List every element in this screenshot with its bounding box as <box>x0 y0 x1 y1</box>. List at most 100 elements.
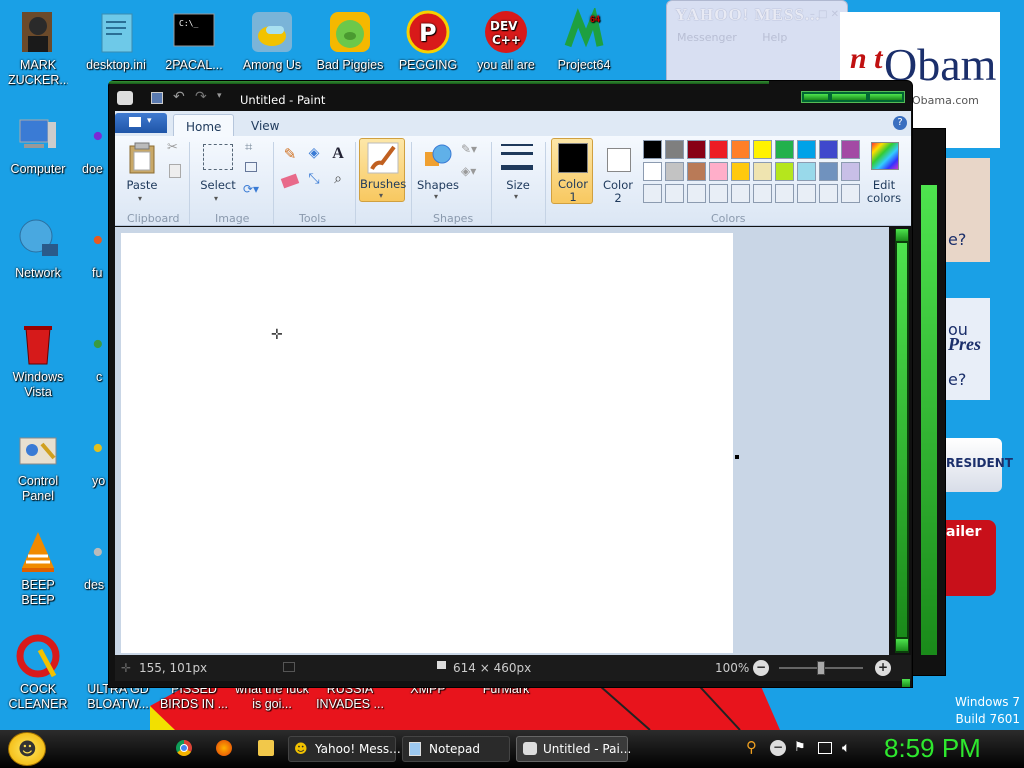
palette-swatch[interactable] <box>731 140 750 159</box>
palette-swatch[interactable] <box>731 162 750 181</box>
save-icon[interactable] <box>151 92 163 104</box>
palette-swatch[interactable] <box>731 184 750 203</box>
resize-grip[interactable] <box>902 679 910 687</box>
brushes-button[interactable]: Brushes ▾ <box>359 138 406 202</box>
window-controls[interactable] <box>801 91 905 103</box>
zoom-slider-thumb[interactable] <box>817 661 825 675</box>
explorer-icon[interactable] <box>258 740 274 756</box>
palette-swatch[interactable] <box>709 140 728 159</box>
pencil-icon[interactable]: ✎ <box>279 144 301 166</box>
taskbar-item-paint[interactable]: Untitled - Pai... <box>516 736 631 762</box>
yahoo-messenger-window[interactable]: YAHOO! MESS... – □ ✕ Messenger Help <box>666 0 848 82</box>
ad-president-button[interactable]: RESIDENT <box>944 438 1013 492</box>
crop-icon[interactable]: ⌗ <box>245 140 252 155</box>
action-center-icon[interactable]: ⚑ <box>794 740 810 756</box>
zoom-in-button[interactable]: + <box>875 660 891 676</box>
palette-swatch[interactable] <box>819 140 838 159</box>
palette-swatch[interactable] <box>665 184 684 203</box>
palette-swatch[interactable] <box>797 162 816 181</box>
color2-button[interactable]: Color 2 <box>597 140 639 205</box>
palette-swatch[interactable] <box>643 162 662 181</box>
paint-title-bar[interactable]: ↶ ↷ ▾ Untitled - Paint <box>115 89 905 109</box>
tab-view[interactable]: View <box>239 114 291 136</box>
palette-swatch[interactable] <box>797 140 816 159</box>
undo-icon[interactable]: ↶ <box>173 89 185 105</box>
palette-swatch[interactable] <box>775 162 794 181</box>
edit-colors-button[interactable]: Edit colors <box>863 140 905 205</box>
resize-icon[interactable] <box>245 162 257 172</box>
zoom-slider[interactable] <box>779 661 863 675</box>
magnifier-icon[interactable]: ⌕ <box>327 170 349 192</box>
canvas-resize-handle-right[interactable] <box>735 455 739 459</box>
palette-swatch[interactable] <box>841 184 860 203</box>
window-controls-icon[interactable]: – □ ✕ <box>810 9 839 20</box>
size-button[interactable]: Size ▾ <box>497 140 539 204</box>
desktop-icon-project64[interactable]: 64 Project64 <box>546 8 622 73</box>
outline-icon[interactable]: ✎▾ <box>461 142 477 156</box>
chrome-icon[interactable] <box>176 740 192 756</box>
quick-access-dropdown-icon[interactable]: ▾ <box>217 91 222 101</box>
palette-swatch[interactable] <box>819 184 838 203</box>
shapes-button[interactable]: Shapes ▾ <box>417 140 459 204</box>
desktop-icon-computer[interactable]: Computer <box>0 112 76 177</box>
palette-swatch[interactable] <box>687 162 706 181</box>
palette-swatch[interactable] <box>775 184 794 203</box>
drawing-canvas[interactable]: ✛ <box>121 233 733 653</box>
desktop-icon-2pacal[interactable]: C:\_ 2PACAL... <box>156 8 232 73</box>
desktop-icon-windows-vista[interactable]: Windows Vista <box>0 320 76 400</box>
desktop-icon-c[interactable]: c <box>78 320 106 385</box>
yahoo-menu-help[interactable]: Help <box>762 31 787 44</box>
desktop-icon-fu[interactable]: fu <box>78 216 106 281</box>
rotate-icon[interactable]: ⟳▾ <box>243 182 259 196</box>
copy-icon[interactable] <box>169 164 181 178</box>
desktop-icon-desktop-ini[interactable]: desktop.ini <box>78 8 154 73</box>
select-button[interactable]: Select ▾ <box>197 140 239 206</box>
start-button[interactable]: ☻ <box>8 732 46 766</box>
palette-swatch[interactable] <box>753 140 772 159</box>
eraser-icon[interactable] <box>279 170 301 192</box>
help-icon[interactable]: ? <box>893 116 907 130</box>
ad-trailer-button[interactable]: ailer <box>944 520 996 596</box>
desktop-icon-network[interactable]: Network <box>0 216 76 281</box>
palette-swatch[interactable] <box>709 162 728 181</box>
minimize-button[interactable] <box>804 94 828 100</box>
desktop-icon-you-all-are[interactable]: DEV C++ you all are <box>468 8 544 73</box>
scroll-thumb[interactable] <box>897 243 907 637</box>
scroll-up-button[interactable] <box>896 229 908 241</box>
desktop-icon-among-us[interactable]: Among Us <box>234 8 310 73</box>
zoom-out-button[interactable]: − <box>753 660 769 676</box>
cut-icon[interactable]: ✂ <box>167 140 178 155</box>
palette-swatch[interactable] <box>841 140 860 159</box>
taskbar-item-notepad[interactable]: Notepad <box>402 736 510 762</box>
clock[interactable]: 8:59 PM <box>884 733 981 764</box>
desktop-icon-doe[interactable]: doe <box>78 112 106 177</box>
palette-swatch[interactable] <box>753 162 772 181</box>
desktop-icon-des[interactable]: des <box>78 528 106 593</box>
paint-menu-button[interactable]: ▾ <box>115 113 167 133</box>
fill-style-icon[interactable]: ◈▾ <box>461 164 476 178</box>
search-icon[interactable]: ⚲ <box>746 740 762 756</box>
palette-swatch[interactable] <box>709 184 728 203</box>
desktop-icon-bad-piggies[interactable]: Bad Piggies <box>312 8 388 73</box>
scroll-down-button[interactable] <box>896 639 908 651</box>
mute-notification-icon[interactable]: − <box>770 740 786 756</box>
fill-icon[interactable]: ◈ <box>303 144 325 166</box>
network-tray-icon[interactable] <box>818 742 832 754</box>
text-icon[interactable]: A <box>327 144 349 166</box>
palette-swatch[interactable] <box>819 162 838 181</box>
desktop-icon-pegging[interactable]: P PEGGING <box>390 8 466 73</box>
taskbar-item-yahoo[interactable]: ☻ Yahoo! Mess... <box>288 736 401 762</box>
palette-swatch[interactable] <box>665 162 684 181</box>
close-button[interactable] <box>870 94 902 100</box>
yahoo-menu-messenger[interactable]: Messenger <box>677 31 737 44</box>
maximize-button[interactable] <box>832 94 866 100</box>
firefox-icon[interactable] <box>216 740 232 756</box>
desktop-icon-control-panel[interactable]: Control Panel <box>0 424 76 504</box>
vertical-scrollbar[interactable] <box>895 229 909 653</box>
redo-icon[interactable]: ↷ <box>195 89 207 105</box>
palette-swatch[interactable] <box>797 184 816 203</box>
volume-icon[interactable]: 🔈︎ <box>842 740 858 756</box>
palette-swatch[interactable] <box>841 162 860 181</box>
palette-swatch[interactable] <box>665 140 684 159</box>
palette-swatch[interactable] <box>643 140 662 159</box>
